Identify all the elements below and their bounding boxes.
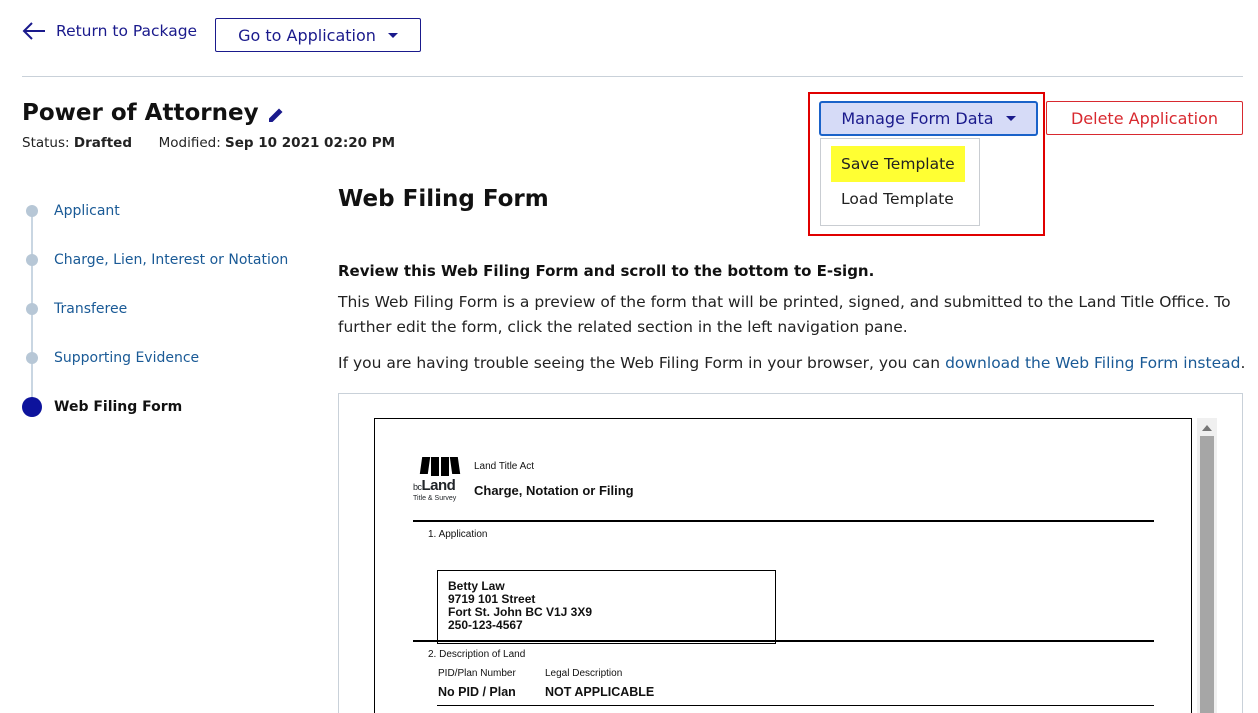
status-label: Status: <box>22 135 70 151</box>
return-to-package-link[interactable]: Return to Package <box>22 22 197 40</box>
applicant-address-box: Betty Law 9719 101 Street Fort St. John … <box>437 570 776 644</box>
act-name: Land Title Act <box>474 461 535 472</box>
section-rule <box>413 520 1154 522</box>
logo-subtitle: Title & Survey <box>413 495 457 502</box>
modified-label: Modified: <box>158 135 221 151</box>
description-paragraph: This Web Filing Form is a preview of the… <box>338 293 1231 336</box>
page-title-row: Power of Attorney <box>22 100 285 126</box>
return-to-package-label: Return to Package <box>56 22 198 40</box>
viewer-scrollbar[interactable] <box>1197 418 1217 713</box>
step-dot <box>26 205 38 217</box>
legal-column-header: Legal Description <box>545 668 623 679</box>
step-dot <box>26 303 38 315</box>
bc-land-title-logo: bcLand Title & Survey <box>413 457 463 509</box>
manage-form-data-label: Manage Form Data <box>841 109 994 128</box>
go-to-application-label: Go to Application <box>238 25 376 45</box>
step-web-filing-form[interactable]: Web Filing Form <box>22 397 182 417</box>
pid-value: No PID / Plan <box>438 685 516 699</box>
legal-value: NOT APPLICABLE <box>545 685 655 699</box>
section-heading: Web Filing Form <box>338 186 549 212</box>
go-to-application-button[interactable]: Go to Application <box>215 18 421 52</box>
pdf-viewer[interactable]: bcLand Title & Survey Land Title Act Cha… <box>338 393 1243 713</box>
step-label: Supporting Evidence <box>54 350 200 366</box>
section-rule <box>413 640 1154 642</box>
section-land-label: 2. Description of Land <box>428 649 526 660</box>
scrollbar-thumb[interactable] <box>1200 436 1214 713</box>
top-bar: Return to Package Go to Application <box>0 0 1258 77</box>
delete-application-button[interactable]: Delete Application <box>1046 101 1243 135</box>
form-document: bcLand Title & Survey Land Title Act Cha… <box>374 418 1192 713</box>
step-label: Transferee <box>54 301 128 317</box>
logo-mark <box>419 457 463 476</box>
review-instruction: Review this Web Filing Form and scroll t… <box>338 262 875 280</box>
manage-form-data-highlight-box: Manage Form Data Save Template Load Temp… <box>808 92 1045 236</box>
step-supporting-evidence[interactable]: Supporting Evidence <box>22 348 199 368</box>
step-applicant[interactable]: Applicant <box>22 201 120 221</box>
arrow-left-icon <box>22 22 45 40</box>
step-label: Charge, Lien, Interest or Notation <box>54 252 289 268</box>
trouble-text: If you are having trouble seeing the Web… <box>338 354 1245 372</box>
status-value: Drafted <box>73 135 132 151</box>
address-line: 250-123-4567 <box>448 618 523 632</box>
column-rule <box>437 705 1154 706</box>
chevron-down-icon <box>387 32 398 38</box>
download-form-link[interactable]: download the Web Filing Form instead <box>945 354 1240 372</box>
manage-form-data-menu: Save Template Load Template <box>820 138 980 226</box>
status-line: Status: Drafted Modified: Sep 10 2021 02… <box>22 135 395 151</box>
modified-value: Sep 10 2021 02:20 PM <box>225 135 396 151</box>
step-dot <box>26 352 38 364</box>
logo-wordmark: bcLand <box>413 477 456 494</box>
step-dot-active <box>22 397 42 417</box>
trouble-prefix: If you are having trouble seeing the Web… <box>338 354 946 372</box>
menu-item-save-template[interactable]: Save Template <box>831 146 965 182</box>
manage-form-data-button[interactable]: Manage Form Data <box>819 101 1038 136</box>
step-charge-lien[interactable]: Charge, Lien, Interest or Notation <box>22 250 288 270</box>
step-label: Applicant <box>54 203 120 219</box>
edit-pencil-icon[interactable] <box>267 106 285 124</box>
scroll-up-icon[interactable] <box>1202 425 1212 431</box>
step-transferee[interactable]: Transferee <box>22 299 127 319</box>
step-label: Web Filing Form <box>54 399 183 415</box>
header-divider <box>22 76 1243 77</box>
menu-item-load-template[interactable]: Load Template <box>831 181 964 217</box>
step-dot <box>26 254 38 266</box>
chevron-down-icon <box>1005 116 1016 121</box>
pid-column-header: PID/Plan Number <box>438 668 516 679</box>
section-application-label: 1. Application <box>428 529 488 540</box>
page-title: Power of Attorney <box>22 100 259 126</box>
trouble-suffix: . <box>1240 354 1246 372</box>
form-name: Charge, Notation or Filing <box>474 483 634 498</box>
